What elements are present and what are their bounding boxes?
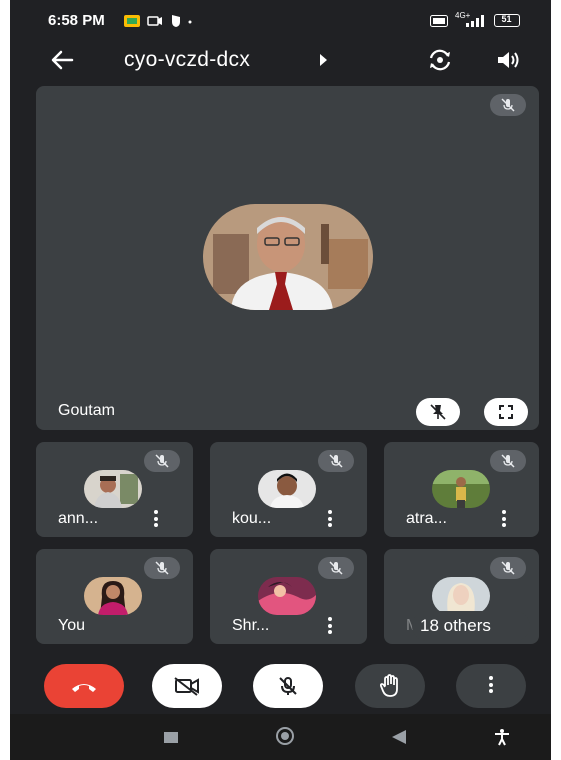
mic-off-icon: [144, 557, 180, 579]
participant-tile-others[interactable]: M... 18 others: [384, 549, 539, 644]
avatar-you: [84, 577, 142, 615]
more-options-button[interactable]: [456, 664, 526, 708]
meeting-code[interactable]: cyo-vczd-dcx: [124, 48, 250, 72]
top-bar: cyo-vczd-dcx: [10, 40, 551, 80]
camera-toggle-button[interactable]: [152, 664, 222, 708]
participant-name: atra...: [406, 510, 447, 527]
participant-name: You: [58, 617, 85, 634]
more-vert-icon[interactable]: [154, 510, 158, 530]
avatar-ann: [84, 470, 142, 508]
more-vert-icon[interactable]: [328, 510, 332, 530]
participant-tile-atra[interactable]: atra...: [384, 442, 539, 537]
others-pill[interactable]: 18 others: [412, 611, 530, 641]
status-time: 6:58 PM: [48, 12, 105, 29]
participant-name: kou...: [232, 510, 272, 527]
signal-icon: [466, 15, 484, 27]
mic-off-icon: [490, 94, 526, 116]
battery-level: 51: [501, 14, 512, 24]
mic-off-icon: [490, 557, 526, 579]
volte-icon: [430, 15, 448, 27]
mic-off-icon: [318, 450, 354, 472]
accessibility-icon[interactable]: [494, 728, 510, 746]
more-vert-icon: [489, 676, 493, 696]
recents-icon[interactable]: [164, 732, 178, 743]
meet-screen: 6:58 PM 4G+ 51 cyo-vczd-dcx Goutam ann..…: [10, 0, 551, 760]
back-nav-icon[interactable]: [392, 730, 406, 744]
mic-toggle-button[interactable]: [253, 664, 323, 708]
avatar-kou: [258, 470, 316, 508]
pin-off-icon[interactable]: [416, 398, 460, 426]
raise-hand-button[interactable]: [355, 664, 425, 708]
mic-off-icon: [318, 557, 354, 579]
notification-icons: [124, 15, 192, 27]
mic-off-icon: [490, 450, 526, 472]
arrow-left-icon[interactable]: [48, 46, 76, 74]
participant-tile-you[interactable]: You: [36, 549, 193, 644]
avatar-shr: [258, 577, 316, 615]
end-call-button[interactable]: [44, 664, 124, 708]
participant-name: ann...: [58, 510, 99, 527]
switch-camera-icon[interactable]: [426, 46, 454, 74]
more-vert-icon[interactable]: [502, 510, 506, 530]
others-count: 18 others: [420, 616, 491, 635]
mic-off-icon: [279, 677, 297, 695]
status-bar: 6:58 PM 4G+ 51: [10, 8, 551, 34]
battery-icon: 51: [494, 14, 520, 27]
home-icon[interactable]: [276, 727, 294, 745]
participant-tile-shr[interactable]: Shr...: [210, 549, 367, 644]
avatar-others: [432, 577, 490, 615]
more-vert-icon[interactable]: [328, 617, 332, 637]
participant-tile-ann[interactable]: ann...: [36, 442, 193, 537]
hang-up-icon: [72, 684, 96, 692]
hand-icon: [379, 674, 398, 697]
avatar-goutam: [203, 204, 373, 310]
main-participant-tile[interactable]: Goutam: [36, 86, 539, 430]
speaker-icon[interactable]: [494, 46, 522, 74]
system-nav-bar: [10, 714, 551, 760]
meeting-info-caret-icon[interactable]: [320, 54, 327, 66]
camera-off-icon: [174, 677, 199, 696]
participant-name: Shr...: [232, 617, 270, 634]
avatar-atra: [432, 470, 490, 508]
main-participant-name: Goutam: [58, 402, 115, 419]
mic-off-icon: [144, 450, 180, 472]
participant-tile-kou[interactable]: kou...: [210, 442, 367, 537]
fullscreen-icon[interactable]: [484, 398, 528, 426]
